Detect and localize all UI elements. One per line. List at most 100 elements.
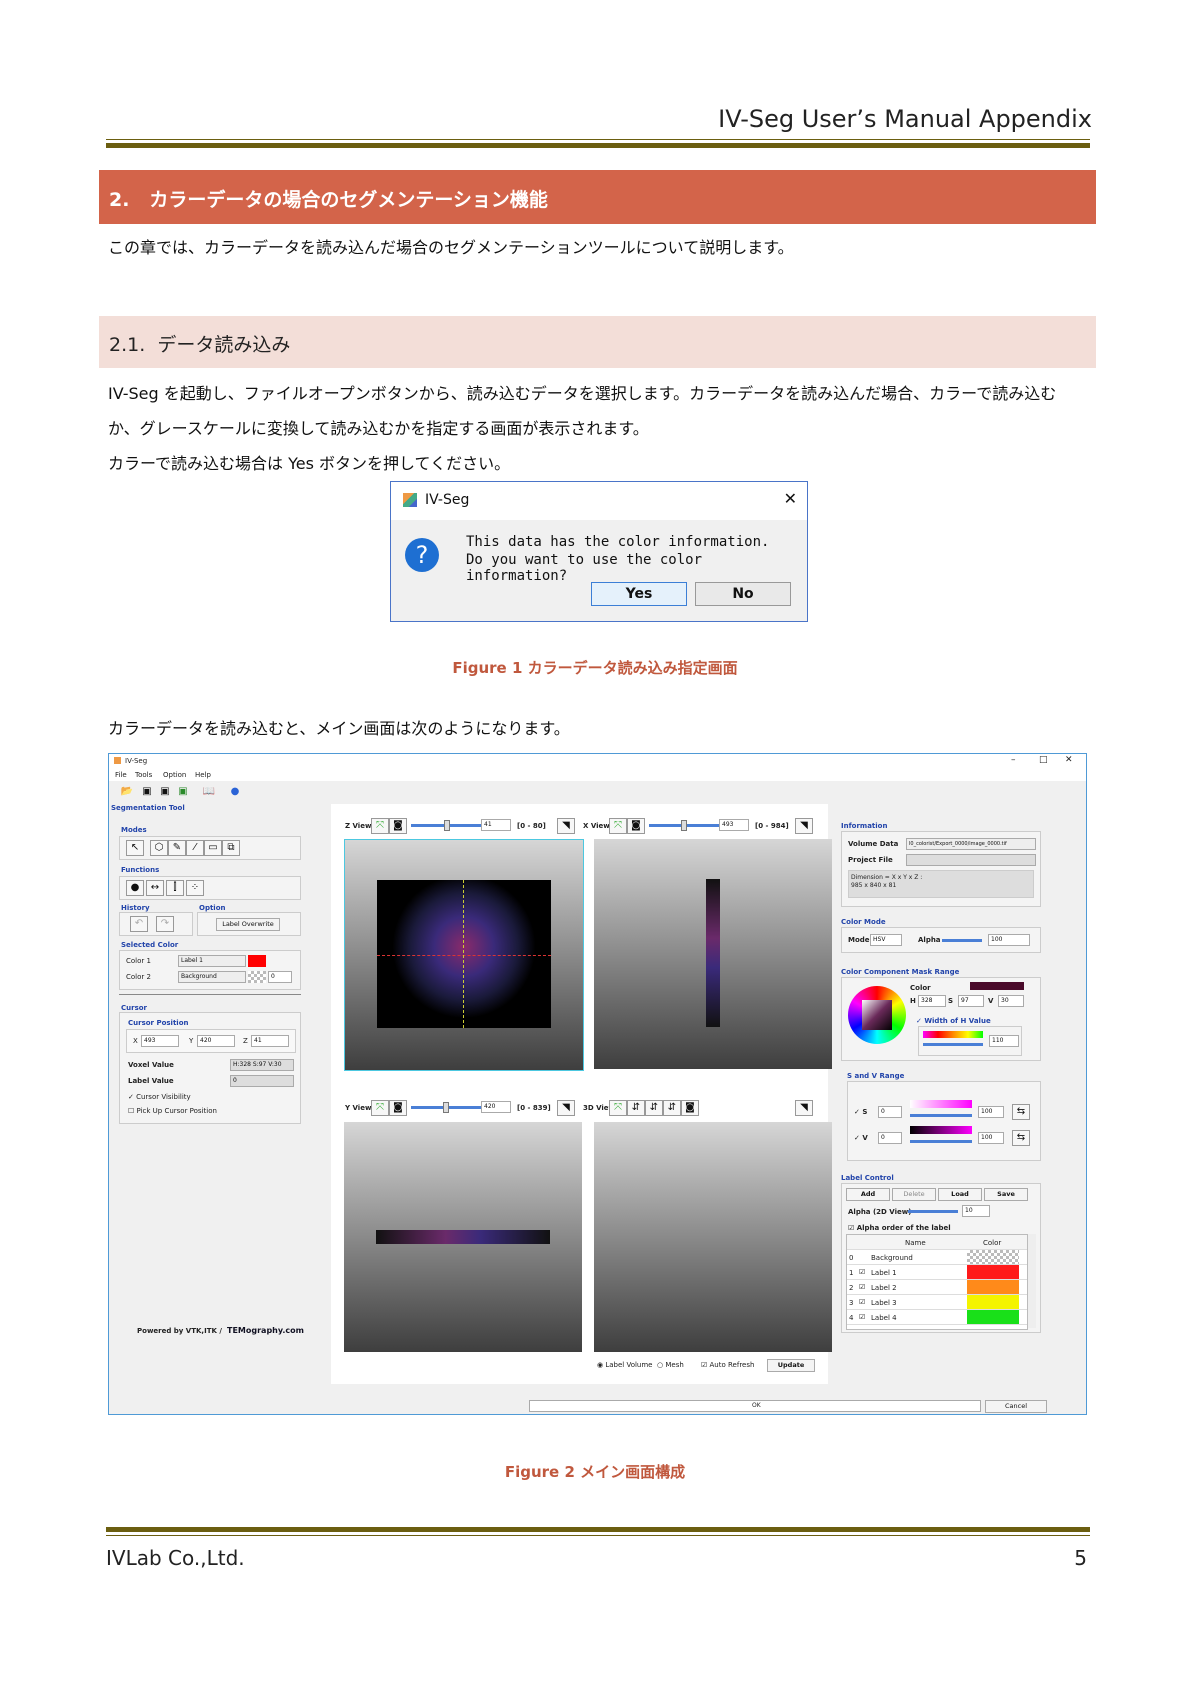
s-max-input[interactable]: 100 [978, 1106, 1004, 1118]
z-view-fit-icon[interactable]: ⤧ [371, 818, 389, 834]
y-view-fit-icon[interactable]: ⤧ [371, 1100, 389, 1116]
redo-icon[interactable]: ↷ [156, 916, 174, 932]
label-visible-checkbox[interactable]: ☑ [859, 1298, 865, 1306]
x-view-expand-icon[interactable]: ◥ [795, 818, 813, 834]
h-input[interactable]: 328 [918, 995, 946, 1007]
polygon-mode-icon[interactable]: ⬡ [150, 840, 168, 856]
minimize-icon[interactable]: – [1011, 755, 1016, 765]
update-button[interactable]: Update [767, 1359, 815, 1372]
components-function-icon[interactable]: ⁘ [186, 880, 204, 896]
table-row[interactable]: 2 ☑ Label 2 [847, 1280, 1027, 1295]
export-icon[interactable]: ▣ [175, 785, 191, 799]
label-visible-checkbox[interactable]: ☑ [859, 1313, 865, 1321]
rect-mode-icon[interactable]: ▭ [204, 840, 222, 856]
3d-view-canvas[interactable] [594, 1122, 832, 1352]
y-slice-input[interactable]: 420 [481, 1101, 511, 1113]
undo-icon[interactable]: ↶ [130, 916, 148, 932]
v-swap-icon[interactable]: ⇆ [1012, 1130, 1030, 1146]
menu-help[interactable]: Help [195, 771, 211, 779]
s-input[interactable]: 97 [958, 995, 984, 1007]
menu-option[interactable]: Option [163, 771, 186, 779]
delete-label-button[interactable]: Delete [892, 1188, 936, 1201]
fill-function-icon[interactable]: ● [126, 880, 144, 896]
mesh-radio[interactable]: ○ Mesh [657, 1361, 684, 1369]
alpha-order-checkbox[interactable]: ☑ Alpha order of the label [848, 1224, 951, 1232]
x-input[interactable]: 493 [141, 1035, 179, 1047]
save-icon[interactable]: ▣ [139, 785, 155, 799]
3d-axis-y-icon[interactable]: ⇵ [645, 1100, 663, 1116]
auto-refresh-checkbox[interactable]: ☑ Auto Refresh [701, 1361, 754, 1369]
x-slice-input[interactable]: 493 [719, 819, 749, 831]
z-slider-knob[interactable] [444, 820, 450, 831]
load-label-button[interactable]: Load [938, 1188, 982, 1201]
x-view-canvas[interactable] [594, 839, 832, 1069]
label-overwrite-button[interactable]: Label Overwrite [216, 918, 280, 931]
manual-icon[interactable]: 📖 [201, 785, 217, 799]
label-table-scrollbar[interactable] [1028, 1234, 1036, 1328]
menu-file[interactable]: File [115, 771, 127, 779]
x-slider-knob[interactable] [681, 820, 687, 831]
sv-square[interactable] [862, 1000, 892, 1030]
mode-select[interactable]: HSV [870, 934, 902, 946]
open-file-icon[interactable]: 📂 [119, 785, 135, 799]
table-row[interactable]: 4 ☑ Label 4 [847, 1310, 1027, 1325]
3d-axis-x-icon[interactable]: ⇵ [627, 1100, 645, 1116]
maximize-icon[interactable]: □ [1039, 755, 1048, 765]
close-icon[interactable]: ✕ [1065, 755, 1073, 765]
pickup-cursor-checkbox[interactable]: ☐ Pick Up Cursor Position [128, 1107, 217, 1115]
add-label-button[interactable]: Add [846, 1188, 890, 1201]
color1-select[interactable]: Label 1 [178, 955, 246, 967]
z-slice-input[interactable]: 41 [481, 819, 511, 831]
v-range-slider[interactable] [910, 1140, 972, 1143]
3d-view-expand-icon[interactable]: ◥ [795, 1100, 813, 1116]
alpha-2d-input[interactable]: 10 [962, 1205, 990, 1217]
table-row[interactable]: 3 ☑ Label 3 [847, 1295, 1027, 1310]
z-view-expand-icon[interactable]: ◥ [557, 818, 575, 834]
z-view-camera-icon[interactable]: ◙ [389, 818, 407, 834]
y-view-camera-icon[interactable]: ◙ [389, 1100, 407, 1116]
table-row[interactable]: 1 ☑ Label 1 [847, 1265, 1027, 1280]
x-view-fit-icon[interactable]: ⤧ [609, 818, 627, 834]
label-visible-checkbox[interactable]: ☑ [859, 1283, 865, 1291]
menu-tools[interactable]: Tools [135, 771, 152, 779]
alpha-slider[interactable] [942, 939, 982, 942]
3d-view-fit-icon[interactable]: ⤧ [609, 1100, 627, 1116]
v-min-input[interactable]: 0 [878, 1132, 902, 1144]
copy-mode-icon[interactable]: ⧉ [222, 840, 240, 856]
no-button[interactable]: No [695, 582, 791, 606]
v-input[interactable]: 30 [998, 995, 1024, 1007]
label-volume-radio[interactable]: ◉ Label Volume [597, 1361, 653, 1369]
width-h-slider[interactable] [923, 1043, 983, 1046]
cursor-visibility-checkbox[interactable]: ✓ Cursor Visibility [128, 1093, 191, 1101]
3d-view-camera-icon[interactable]: ◙ [681, 1100, 699, 1116]
flip-function-icon[interactable]: ↔ [146, 880, 164, 896]
alpha-2d-slider[interactable] [908, 1210, 958, 1213]
label-visible-checkbox[interactable]: ☑ [859, 1268, 865, 1276]
y-view-expand-icon[interactable]: ◥ [557, 1100, 575, 1116]
cancel-button[interactable]: Cancel [985, 1400, 1047, 1413]
wand-mode-icon[interactable]: ⁄ [186, 840, 204, 856]
3d-axis-z-icon[interactable]: ⇵ [663, 1100, 681, 1116]
table-row[interactable]: 0 Background [847, 1250, 1027, 1265]
save-as-icon[interactable]: ▣ [157, 785, 173, 799]
interpolate-function-icon[interactable]: ⫿ [166, 880, 184, 896]
save-label-button[interactable]: Save [984, 1188, 1028, 1201]
info-icon[interactable]: ● [227, 785, 243, 799]
yes-button[interactable]: Yes [591, 582, 687, 606]
color2-select[interactable]: Background [178, 971, 246, 983]
width-h-checkbox[interactable]: ✓ Width of H Value [916, 1017, 991, 1025]
x-view-camera-icon[interactable]: ◙ [627, 818, 645, 834]
select-mode-icon[interactable]: ↖ [126, 840, 144, 856]
y-input[interactable]: 420 [197, 1035, 235, 1047]
width-h-input[interactable]: 110 [989, 1035, 1019, 1047]
z-input[interactable]: 41 [251, 1035, 289, 1047]
brush-mode-icon[interactable]: ✎ [168, 840, 186, 856]
alpha-input[interactable]: 100 [988, 934, 1030, 946]
s-min-input[interactable]: 0 [878, 1106, 902, 1118]
close-icon[interactable]: ✕ [784, 489, 797, 508]
s-range-slider[interactable] [910, 1114, 972, 1117]
s-swap-icon[interactable]: ⇆ [1012, 1104, 1030, 1120]
z-view-canvas[interactable] [344, 839, 584, 1071]
hue-wheel[interactable] [848, 986, 906, 1044]
v-max-input[interactable]: 100 [978, 1132, 1004, 1144]
